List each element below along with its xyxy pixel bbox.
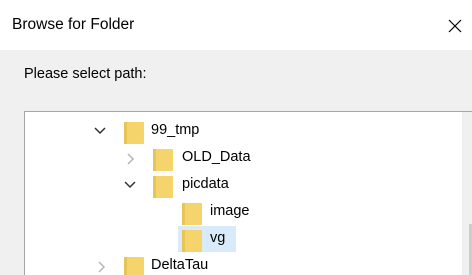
- tree-item-label: 99_tmp: [151, 122, 200, 138]
- vertical-scrollbar[interactable]: [462, 112, 472, 275]
- tree-item-image[interactable]: image: [25, 199, 425, 225]
- title-bar: Browse for Folder: [0, 0, 472, 50]
- folder-icon: [124, 122, 144, 144]
- tree-item-picdata[interactable]: picdata: [25, 172, 425, 198]
- folder-icon: [124, 257, 144, 275]
- chevron-right-icon[interactable]: [126, 153, 136, 165]
- tree-item-deltatau[interactable]: DeltaTau: [25, 253, 425, 275]
- tree-item-old-data[interactable]: OLD_Data: [25, 145, 425, 171]
- tree-item-99-tmp[interactable]: 99_tmp: [25, 118, 425, 144]
- close-icon: [448, 19, 462, 33]
- chevron-down-icon[interactable]: [124, 180, 136, 190]
- folder-icon: [153, 149, 173, 171]
- select-path-prompt: Please select path:: [24, 66, 147, 82]
- tree-item-label: DeltaTau: [151, 257, 209, 273]
- close-button[interactable]: [440, 12, 472, 40]
- folder-icon: [182, 230, 202, 252]
- tree-item-label: picdata: [182, 176, 229, 192]
- folder-tree[interactable]: 99_tmp OLD_Data picdata image vg DeltaTa…: [24, 111, 472, 275]
- chevron-down-icon[interactable]: [94, 126, 106, 136]
- tree-item-label: OLD_Data: [182, 149, 251, 165]
- dialog-body: Please select path: 99_tmp OLD_Data picd…: [0, 50, 472, 275]
- dialog-title: Browse for Folder: [12, 16, 135, 33]
- chevron-right-icon[interactable]: [97, 261, 107, 273]
- folder-icon: [153, 176, 173, 198]
- tree-item-label: image: [210, 203, 250, 219]
- tree-item-vg[interactable]: vg: [25, 226, 425, 252]
- scroll-up-button[interactable]: [462, 112, 472, 142]
- folder-icon: [182, 203, 202, 225]
- tree-item-label: vg: [210, 230, 226, 246]
